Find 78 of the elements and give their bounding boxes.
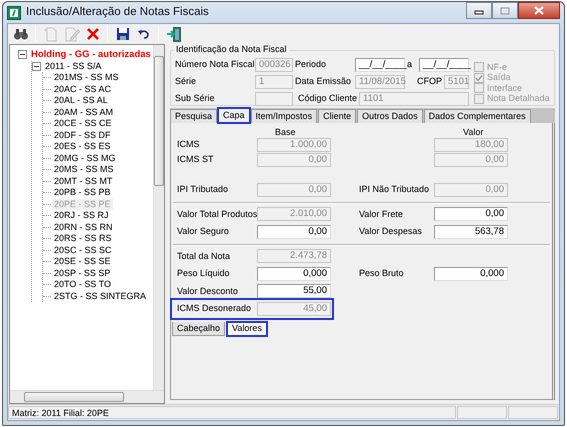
new-document-icon [42, 26, 58, 42]
maximize-icon [500, 6, 510, 14]
x-icon [84, 26, 100, 42]
field-label: a [407, 59, 412, 70]
input-field[interactable]: 0,00 [434, 207, 508, 222]
tree-item[interactable]: 20SP - SS SP [52, 268, 112, 279]
window-title: Inclusão/Alteração de Notas Fiscais [26, 6, 210, 20]
field-label: Sub Série [175, 93, 215, 104]
tree-item[interactable]: 20SC - SS SC [52, 244, 114, 256]
field-label: Data Emissão [295, 76, 352, 87]
binoculars-icon [12, 26, 28, 42]
tree-item[interactable]: 2STG - SS SINTEGRA [52, 290, 148, 302]
field-label: Valor Seguro [177, 226, 230, 238]
field-label: Periodo [295, 59, 326, 70]
input-field[interactable]: 0,000 [434, 266, 508, 281]
tree-item[interactable]: 20ES - SS ES [52, 141, 113, 152]
field-label: Valor Frete [359, 208, 404, 220]
collapse-icon[interactable] [32, 62, 41, 71]
input-field[interactable]: 0,00 [257, 224, 331, 239]
close-icon [534, 6, 544, 15]
field-label: CFOP [416, 76, 442, 87]
field-label: Peso Líquido [177, 268, 231, 280]
tree-item[interactable]: Holding - GG - autorizadas [29, 49, 153, 60]
tree-item[interactable]: 20RJ - SS RJ [52, 210, 111, 222]
tree-item[interactable]: 20DF - SS DF [52, 130, 113, 141]
tab[interactable]: Cliente [318, 109, 356, 123]
field-label: Valor Despesas [359, 226, 423, 238]
field-label: Série [175, 76, 196, 87]
group-title: Identificação da Nota Fiscal [174, 44, 289, 55]
input-field[interactable]: 563,78 [434, 224, 508, 239]
horizontal-scrollbar[interactable] [10, 390, 164, 403]
field-label: Valor Total Produtos [177, 208, 257, 220]
close-button[interactable] [518, 2, 560, 19]
column-header: Valor [463, 127, 484, 137]
field-label: IPI Não Tributado [359, 184, 430, 196]
field-label: ICMS Desonerado [177, 303, 252, 314]
tree-item[interactable]: 20SE - SS SE [52, 256, 113, 268]
field-label: Código Cliente [298, 93, 357, 104]
tree-item[interactable]: 20MG - SS MG [52, 152, 118, 164]
input-field[interactable]: __/__/____ [355, 58, 405, 72]
field-label: Valor Desconto [177, 286, 239, 297]
field-label: Peso Bruto [359, 268, 405, 280]
tree-item[interactable]: 20AM - SS AM [52, 106, 116, 118]
tree-item[interactable]: 20TO - SS TO [52, 279, 114, 290]
tree-item[interactable]: 20RN - SS RN [52, 222, 115, 233]
exit-door-button[interactable] [164, 25, 183, 43]
status-text: Matriz: 2011 Filial: 20PE [8, 406, 456, 419]
tree-item[interactable]: 20PB - SS PB [52, 187, 113, 198]
tree-item[interactable]: 2011 - SS S/A [43, 60, 104, 72]
tab[interactable]: Valores [227, 322, 267, 336]
vertical-scrollbar[interactable] [152, 45, 164, 390]
tab[interactable]: Capa [218, 108, 250, 123]
tab[interactable]: Item/Impostos [250, 109, 318, 123]
tree-item[interactable]: 201MS - SS MS [52, 72, 121, 84]
field-label: IPI Tributado [177, 184, 230, 196]
tab[interactable]: Cabeçalho [172, 322, 226, 336]
minimize-button[interactable] [466, 2, 492, 19]
input-field[interactable]: __/__/____ [419, 58, 469, 72]
field-label: ICMS [177, 139, 200, 150]
field-label: Total da Nota [177, 250, 232, 262]
tab[interactable]: Pesquisa [170, 109, 218, 123]
app-icon [7, 6, 21, 20]
tree-item[interactable]: 20CE - SS CE [52, 118, 114, 130]
edit-document-icon [64, 26, 80, 42]
column-header: Base [275, 127, 297, 137]
tree-item[interactable]: 20MS - SS MS [52, 164, 116, 176]
tab[interactable]: Outros Dados [357, 109, 423, 123]
field-label: ICMS ST [177, 154, 215, 165]
exit-door-icon [166, 26, 182, 42]
input-field[interactable]: 0,000 [257, 266, 331, 281]
collapse-icon[interactable] [18, 50, 27, 60]
tree-item[interactable]: 20AL - SS AL [52, 95, 110, 106]
tree-item[interactable]: 20MT - SS MT [52, 176, 114, 187]
input-field[interactable]: 55,00 [257, 284, 331, 298]
tab[interactable]: Dados Complementares [424, 109, 531, 123]
field-label: Número Nota Fiscal [175, 59, 255, 70]
tree-item[interactable]: 20RS - SS RS [52, 233, 114, 244]
tree-item[interactable]: 20AC - SS AC [52, 84, 114, 95]
